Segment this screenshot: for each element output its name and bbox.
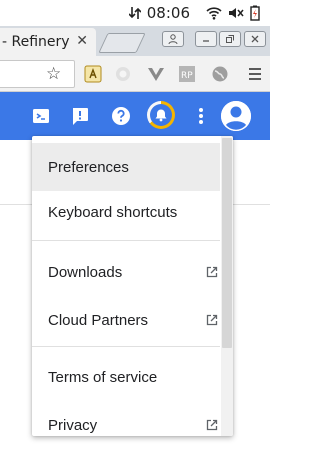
settings-menu: Preferences Keyboard shortcuts Downloads… [32, 136, 233, 436]
user-icon[interactable] [162, 31, 184, 47]
globe-icon[interactable] [211, 65, 229, 83]
notifications-icon [150, 104, 172, 126]
menu-scrollbar[interactable] [221, 136, 233, 436]
cloud-shell-icon[interactable] [30, 105, 52, 127]
battery-charging-icon [250, 5, 260, 21]
close-icon[interactable] [244, 31, 266, 47]
chrome-menu-icon[interactable] [246, 65, 264, 83]
open-in-new-icon [206, 265, 218, 278]
extension-icon[interactable] [84, 65, 102, 83]
volume-muted-icon [228, 6, 244, 20]
alert-icon[interactable] [69, 105, 91, 127]
tab-refinery[interactable]: - Refinery ✕ [0, 28, 96, 56]
menu-item-cloud-partners[interactable]: Cloud Partners [32, 296, 220, 344]
svg-text:RP: RP [181, 71, 193, 81]
status-bar: 08:06 [0, 0, 270, 26]
menu-item-label: Terms of service [48, 368, 158, 386]
tab-strip: - Refinery ✕ [0, 26, 270, 56]
menu-item-terms-of-service[interactable]: Terms of service [32, 353, 220, 401]
tab-close-icon[interactable]: ✕ [76, 33, 88, 49]
menu-item-label: Downloads [48, 263, 123, 281]
menu-item-label: Cloud Partners [48, 311, 149, 329]
restore-icon[interactable] [219, 31, 241, 47]
scrollbar-thumb[interactable] [222, 138, 232, 348]
open-in-new-icon [206, 313, 218, 326]
wifi-icon [206, 6, 222, 20]
menu-item-label: Keyboard shortcuts [48, 203, 178, 221]
menu-item-label: Preferences [48, 158, 129, 176]
browser-toolbar: ☆ RP [0, 56, 270, 92]
new-tab-button[interactable] [98, 33, 146, 53]
extension-icon[interactable]: RP [178, 65, 196, 83]
menu-divider [32, 346, 220, 347]
menu-item-downloads[interactable]: Downloads [32, 248, 220, 296]
tab-title: - Refinery [2, 34, 70, 50]
account-avatar-icon[interactable] [221, 101, 251, 131]
menu-divider [32, 240, 220, 241]
bookmark-star-icon[interactable]: ☆ [46, 64, 61, 84]
extension-icon[interactable] [147, 65, 165, 83]
data-transfer-icon [128, 5, 141, 21]
address-bar[interactable]: ☆ [0, 60, 75, 88]
extension-icon[interactable] [114, 65, 132, 83]
menu-item-keyboard-shortcuts[interactable]: Keyboard shortcuts [32, 188, 220, 236]
menu-item-preferences[interactable]: Preferences [32, 143, 220, 191]
more-vert-icon[interactable] [190, 105, 212, 127]
minimize-icon[interactable] [195, 31, 217, 47]
clock: 08:06 [146, 4, 190, 22]
notifications-button[interactable] [147, 101, 175, 129]
menu-item-label: Privacy [48, 416, 98, 434]
menu-item-privacy[interactable]: Privacy [32, 401, 220, 436]
open-in-new-icon [206, 418, 218, 431]
help-icon[interactable] [110, 105, 132, 127]
